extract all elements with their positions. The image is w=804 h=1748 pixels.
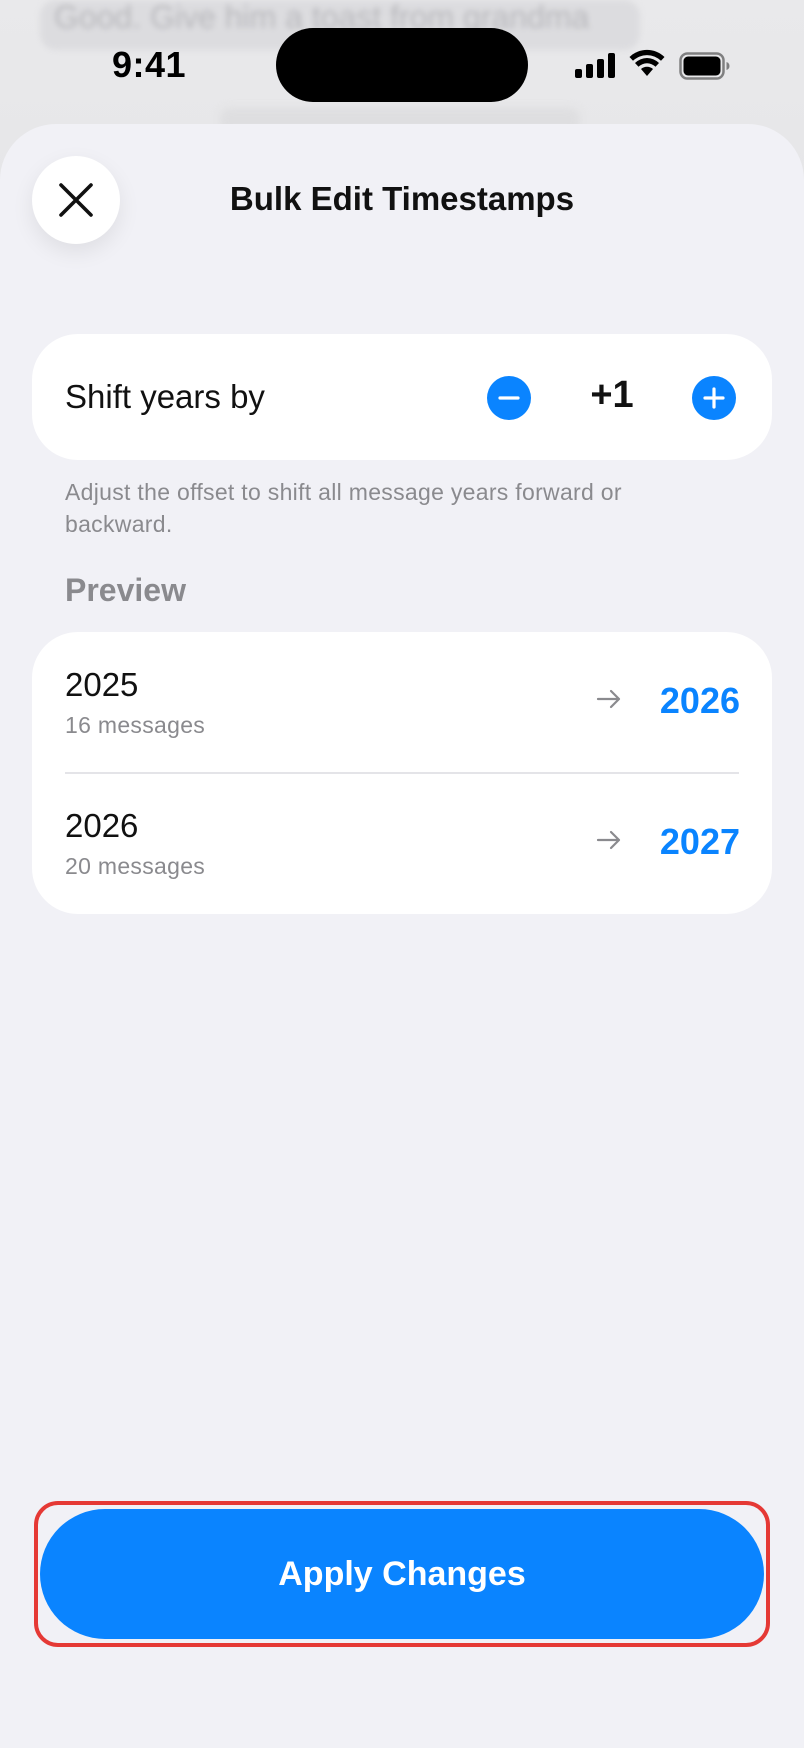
message-count: 20 messages <box>65 853 206 879</box>
status-time: 9:41 <box>112 44 187 85</box>
increment-button[interactable] <box>692 376 736 420</box>
minus-icon <box>498 396 520 400</box>
cellular-signal-icon <box>575 52 615 78</box>
status-icons <box>575 48 735 84</box>
preview-row: 2026 20 messages 2027 <box>32 773 772 914</box>
arrow-right-icon <box>596 830 621 850</box>
year-to: 2027 <box>659 821 740 862</box>
message-count: 16 messages <box>65 712 206 738</box>
shift-years-label: Shift years by <box>65 378 265 415</box>
wifi-icon <box>629 49 665 76</box>
year-from: 2025 <box>65 666 139 703</box>
status-bar: 9:41 <box>0 0 804 125</box>
apply-changes-button[interactable]: Apply Changes <box>40 1509 764 1639</box>
year-from: 2026 <box>65 807 139 844</box>
year-to: 2026 <box>659 680 740 721</box>
shift-value: +1 <box>590 374 634 416</box>
shift-helper-text: Adjust the offset to shift all message y… <box>65 479 622 537</box>
plus-icon <box>703 387 725 409</box>
battery-icon <box>679 52 730 80</box>
decrement-button[interactable] <box>487 376 531 420</box>
preview-card: 2025 16 messages 2026 2026 20 messages 2… <box>32 632 772 914</box>
arrow-right-icon <box>596 689 621 709</box>
dynamic-island <box>276 28 528 102</box>
preview-row: 2025 16 messages 2026 <box>32 632 772 773</box>
sheet-title: Bulk Edit Timestamps <box>229 180 575 217</box>
preview-header: Preview <box>65 572 186 608</box>
shift-years-card: Shift years by +1 <box>32 334 772 460</box>
